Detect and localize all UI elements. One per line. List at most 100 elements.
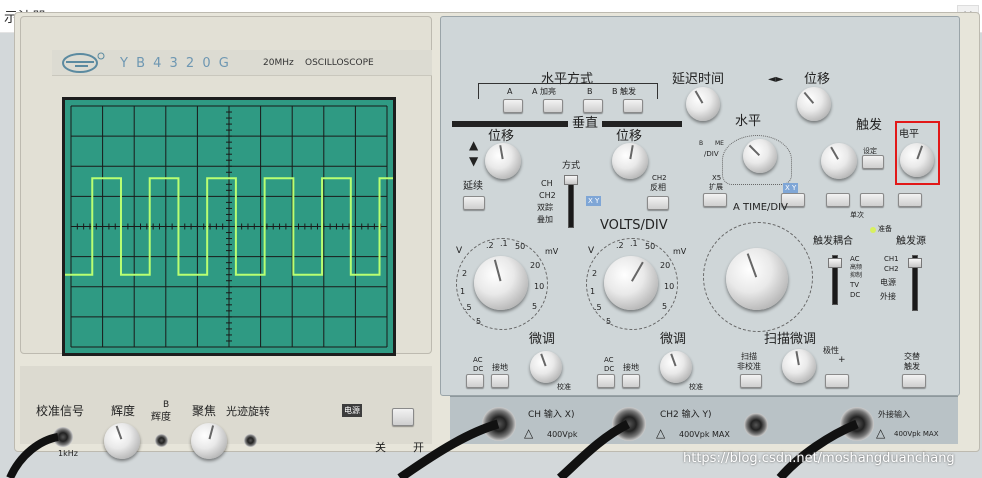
auto-button[interactable]: [826, 193, 850, 207]
coupling-opt-hf: 高频: [850, 264, 863, 271]
hmode-button-b-trig[interactable]: [623, 99, 643, 113]
source-opt-ch2: CH2: [884, 265, 899, 273]
hmode-label-a: A: [507, 87, 513, 96]
mode-dual-label: 双踪: [537, 203, 553, 212]
alt-trigger-button[interactable]: [902, 374, 926, 388]
power-button[interactable]: [392, 408, 414, 426]
ch1-warning-icon: △: [524, 426, 534, 440]
brand-logo-icon: [62, 52, 105, 73]
ch1-arrows: ▲: [469, 138, 479, 152]
power-on-label: 开: [413, 441, 424, 454]
watermark-text: https://blog.csdn.net/moshangduanchang: [683, 451, 955, 466]
mode-add-label: 叠加: [537, 215, 553, 224]
ch2-volts-v: V: [588, 246, 595, 256]
ext-warning-icon: △: [876, 426, 886, 440]
chop-label: 延续: [463, 181, 483, 192]
trace-rotation-pot[interactable]: [244, 434, 257, 447]
polarity-button[interactable]: [825, 374, 849, 388]
power-off-label: 关: [375, 441, 386, 454]
hmode-button-a[interactable]: [503, 99, 523, 113]
ch2-invert-label-2: 反相: [650, 183, 666, 192]
trig-source-slider[interactable]: [908, 258, 922, 268]
ch2-fine-knob[interactable]: [660, 351, 692, 383]
ch2-tick-7: 1: [590, 287, 596, 296]
brand-type: OSCILLOSCOPE: [305, 58, 374, 68]
b-mag-label-1: B: [699, 140, 704, 147]
mode-slider-track: [568, 178, 574, 228]
ready-led: [870, 227, 876, 233]
h-position-label: 位移: [804, 72, 831, 87]
chop-button[interactable]: [463, 196, 485, 210]
ch1-tick-7: 1: [460, 287, 466, 296]
hmode-button-a-intens[interactable]: [543, 99, 563, 113]
ch1-input-jack[interactable]: [482, 407, 516, 441]
ch1-acdc-button[interactable]: [466, 374, 484, 388]
xy-badge: X Y: [586, 196, 602, 206]
ch2-position-knob[interactable]: [612, 143, 648, 179]
sweep-fine-knob[interactable]: [782, 349, 816, 383]
focus-knob[interactable]: [191, 423, 227, 459]
power-badge: 电源: [342, 404, 362, 417]
ch1-tick-2: 50: [515, 242, 526, 251]
level-highlight-box: [895, 121, 940, 185]
a-time-knob[interactable]: [726, 248, 788, 310]
time-div-label: A TIME/DIV: [733, 202, 788, 213]
setup-label: 设定: [863, 147, 877, 155]
norm-button[interactable]: [860, 193, 884, 207]
trace-rotation-label: 光迹旋转: [226, 405, 270, 418]
ext-input-label: 外接输入: [878, 410, 910, 419]
brand-spec: 20MHz: [263, 58, 294, 68]
single-button[interactable]: [898, 193, 922, 207]
trig-source-label: 触发源: [896, 236, 926, 247]
x5-label-2: 扩展: [709, 183, 723, 191]
mode-ch2-label: CH2: [539, 191, 556, 200]
ch1-fine-knob[interactable]: [530, 351, 562, 383]
ch1-volts-knob[interactable]: [474, 256, 528, 310]
ch2-tick-0: .2: [616, 241, 624, 250]
mode-ch1-label: CH: [541, 179, 553, 188]
hmode-label-b: B: [587, 87, 593, 96]
coupling-opt-rej: 抑制: [850, 272, 863, 279]
h-position-knob[interactable]: [797, 87, 831, 121]
sweep-fine-label: 扫描微调: [764, 332, 817, 347]
ch2-invert-button[interactable]: [647, 196, 669, 210]
cal-signal-label: 校准信号: [36, 404, 85, 418]
delay-time-label: 延迟时间: [672, 72, 725, 87]
ch2-gnd-button[interactable]: [622, 374, 640, 388]
horizontal-section-title: 水平: [735, 114, 762, 129]
ch2-acdc-button[interactable]: [597, 374, 615, 388]
source-opt-line: 电源: [880, 278, 896, 287]
b-intensity-pot[interactable]: [155, 434, 168, 447]
ch1-volts-v: V: [456, 246, 463, 256]
ch2-warning-icon: △: [656, 426, 666, 440]
ch1-position-knob[interactable]: [485, 143, 521, 179]
trig-coupling-slider[interactable]: [828, 258, 842, 268]
ch1-gnd-label: 接地: [492, 363, 508, 372]
b-time-knob[interactable]: [743, 139, 777, 173]
setup-button[interactable]: [862, 155, 884, 169]
xy-badge-2: X Y: [783, 183, 799, 193]
b-mag-label-2: ME: [715, 140, 724, 147]
cal-signal-jack[interactable]: [53, 427, 73, 447]
coupling-opt-ac: AC: [850, 255, 860, 263]
sweep-label-1: 扫描: [741, 352, 757, 361]
ch2-volts-knob[interactable]: [604, 256, 658, 310]
mode-slider[interactable]: [564, 175, 578, 185]
gnd-jack[interactable]: [744, 413, 768, 437]
ch1-gnd-button[interactable]: [491, 374, 509, 388]
trigger-hold-knob[interactable]: [821, 143, 857, 179]
delay-time-knob[interactable]: [686, 87, 720, 121]
intensity-label: 辉度: [111, 404, 136, 418]
hmode-button-b[interactable]: [583, 99, 603, 113]
ext-warning-label: 400Vpk MAX: [894, 430, 939, 438]
crt-screen: [62, 97, 396, 356]
sweep-uncal-button[interactable]: [740, 374, 762, 388]
ch2-volts-mv: mV: [673, 247, 687, 256]
b-mag-label-3: /DIV: [704, 150, 719, 158]
ch1-dc-label: DC: [473, 365, 484, 373]
ext-input-jack[interactable]: [840, 407, 874, 441]
intensity-knob[interactable]: [104, 423, 140, 459]
ch2-input-jack[interactable]: [612, 407, 646, 441]
x5-mag-button[interactable]: [703, 193, 727, 207]
h-position-arrows: ◄►: [768, 74, 784, 85]
